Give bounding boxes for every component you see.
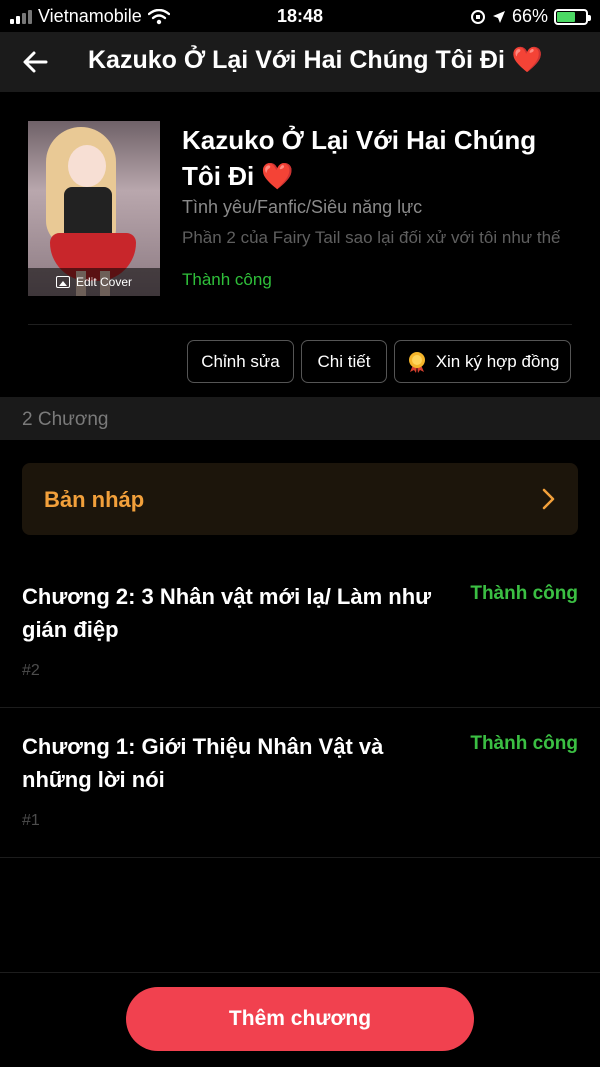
book-status: Thành công xyxy=(182,270,272,289)
chapter-title: Chương 2: 3 Nhân vật mới lạ/ Làm như giá… xyxy=(22,584,432,642)
details-button-label: Chi tiết xyxy=(317,351,371,371)
chapter-number: #1 xyxy=(22,812,40,829)
orientation-lock-icon xyxy=(470,9,485,24)
status-bar: Vietnamobile 18:48 66% xyxy=(0,0,600,32)
chapter-status: Thành công xyxy=(470,733,578,754)
drafts-row[interactable]: Bản nháp xyxy=(22,463,578,535)
book-genre: Tình yêu/Fanfic/Siêu năng lực xyxy=(182,197,423,217)
book-description: Phần 2 của Fairy Tail sao lại đối xử với… xyxy=(182,228,561,247)
battery-percent: 66% xyxy=(511,6,548,26)
list-item[interactable]: Chương 1: Giới Thiệu Nhân Vật và những l… xyxy=(0,710,600,858)
image-icon xyxy=(55,276,70,288)
divider xyxy=(0,707,600,708)
battery-icon xyxy=(554,8,591,25)
chevron-right-icon xyxy=(542,488,555,510)
award-badge-icon xyxy=(408,351,425,373)
edit-cover-label: Edit Cover xyxy=(75,275,133,289)
chapter-count: 2 Chương xyxy=(22,409,109,430)
top-nav-bar: Kazuko Ở Lại Với Hai Chúng Tôi Đi ❤️ xyxy=(0,32,600,92)
divider xyxy=(28,324,572,325)
contract-button-label: Xin ký hợp đồng xyxy=(435,351,560,371)
chapter-number: #2 xyxy=(22,662,40,679)
details-button[interactable]: Chi tiết xyxy=(301,340,387,383)
edit-button[interactable]: Chỉnh sửa xyxy=(187,340,294,383)
location-icon xyxy=(492,10,505,23)
back-arrow-icon[interactable] xyxy=(20,46,52,78)
edit-cover-button[interactable]: Edit Cover xyxy=(28,268,160,296)
page-title: Kazuko Ở Lại Với Hai Chúng Tôi Đi ❤️ xyxy=(88,46,543,74)
list-item[interactable]: Chương 2: 3 Nhân vật mới lạ/ Làm như giá… xyxy=(0,560,600,708)
divider xyxy=(0,857,600,858)
book-cover[interactable]: Edit Cover xyxy=(28,121,160,296)
drafts-label: Bản nháp xyxy=(44,487,145,512)
book-title: Kazuko Ở Lại Với Hai Chúng Tôi Đi ❤️ xyxy=(182,125,537,191)
edit-button-label: Chỉnh sửa xyxy=(201,351,280,371)
chapter-status: Thành công xyxy=(470,583,578,604)
divider xyxy=(0,972,600,973)
chapter-title: Chương 1: Giới Thiệu Nhân Vật và những l… xyxy=(22,734,384,792)
add-chapter-button[interactable]: Thêm chương xyxy=(126,987,474,1051)
contract-button[interactable]: Xin ký hợp đồng xyxy=(394,340,571,383)
screen: Vietnamobile 18:48 66% Kazuko Ở Lại Với … xyxy=(0,0,600,1067)
status-right: 66% xyxy=(470,6,591,27)
